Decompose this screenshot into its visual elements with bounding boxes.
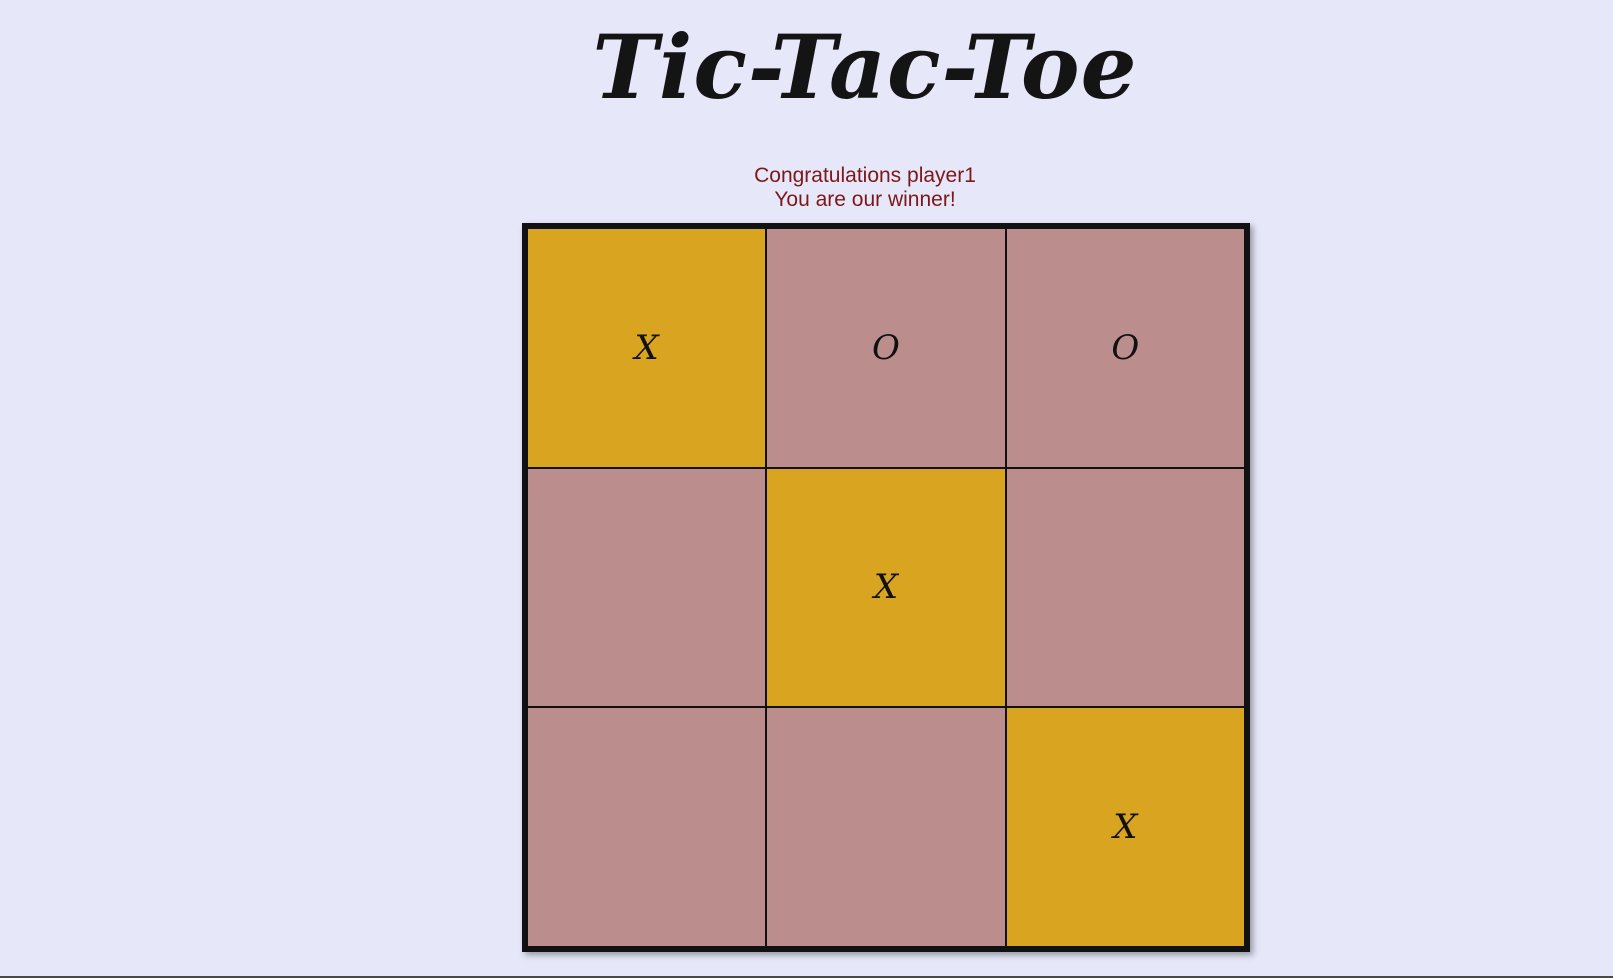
- winner-message-line2: You are our winner!: [774, 188, 956, 211]
- board-cell-3[interactable]: O: [1005, 228, 1245, 468]
- board-cell-9[interactable]: X: [1005, 707, 1245, 947]
- winner-message: Congratulations player1 You are our winn…: [0, 164, 1613, 212]
- cell-mark: X: [873, 567, 899, 608]
- board-cell-1[interactable]: X: [527, 228, 767, 468]
- cell-mark: O: [872, 327, 900, 368]
- board-cell-7[interactable]: [527, 707, 767, 947]
- winner-message-line1: Congratulations player1: [754, 164, 976, 187]
- cell-mark: X: [634, 327, 659, 368]
- board-cell-2[interactable]: O: [766, 228, 1006, 468]
- board-cell-6[interactable]: [1005, 467, 1245, 708]
- board-cell-8[interactable]: [766, 707, 1006, 947]
- board-cell-4[interactable]: [527, 467, 767, 708]
- board-cell-5[interactable]: X: [766, 467, 1006, 708]
- game-board: X O O X X: [522, 223, 1250, 952]
- cell-mark: X: [1113, 807, 1138, 848]
- page-title: Tic-Tac-Toe: [592, 15, 1138, 119]
- cell-mark: O: [1111, 327, 1140, 368]
